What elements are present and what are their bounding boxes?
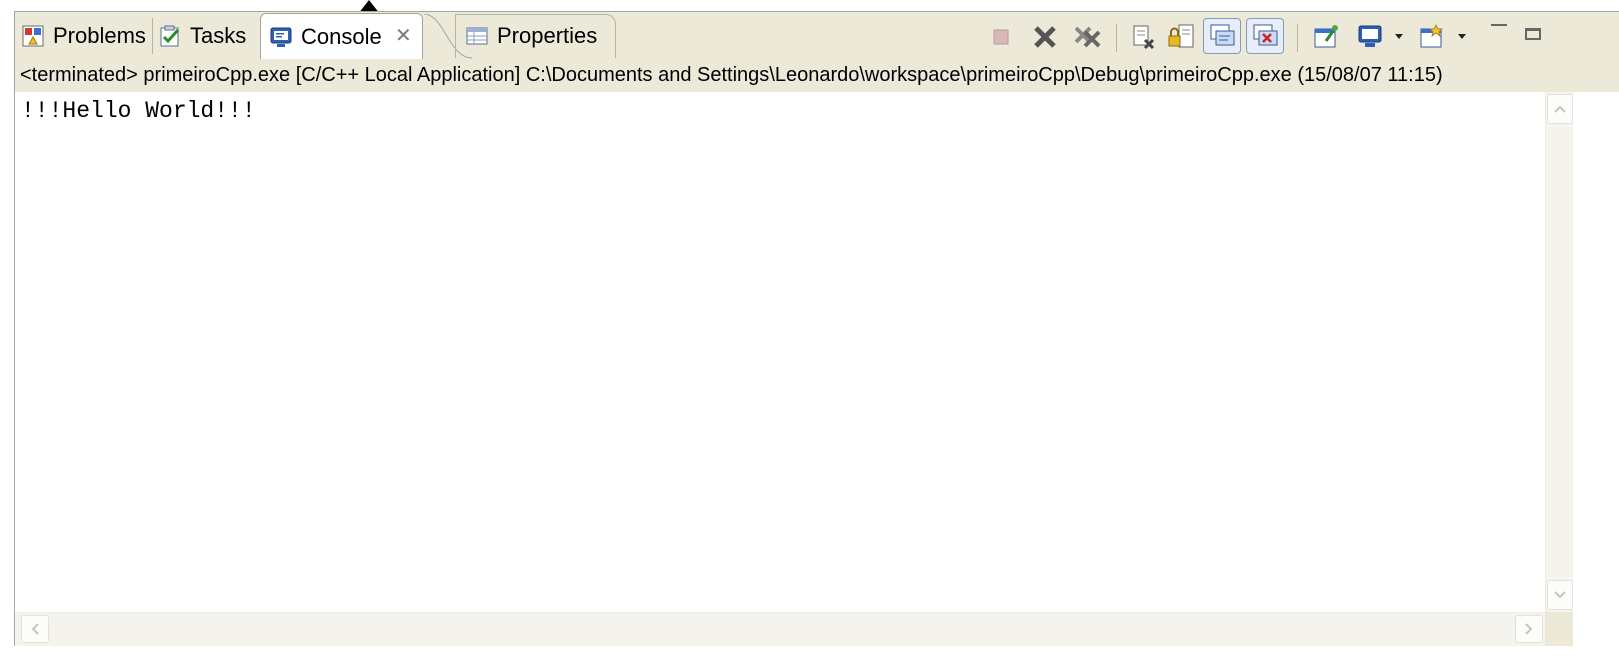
chevron-up-icon xyxy=(1554,105,1566,113)
console-output-area[interactable]: !!!Hello World!!! xyxy=(14,92,1545,612)
pin-console-icon[interactable] xyxy=(1311,22,1341,52)
horizontal-scrollbar[interactable] xyxy=(14,612,1545,646)
panel-bottom xyxy=(14,646,1619,667)
remove-all-terminated-icon[interactable] xyxy=(1073,22,1103,52)
console-output-text: !!!Hello World!!! xyxy=(21,98,256,124)
tab-label: Problems xyxy=(53,23,146,48)
clear-console-icon[interactable] xyxy=(1129,22,1159,52)
minimize-icon[interactable] xyxy=(1491,24,1507,28)
toolbar-divider xyxy=(1116,24,1117,52)
open-console-icon[interactable] xyxy=(1417,22,1447,52)
scroll-right-button[interactable] xyxy=(1515,615,1543,643)
tab-label: Tasks xyxy=(190,23,247,48)
close-icon[interactable]: ✕ xyxy=(395,26,412,46)
scroll-down-button[interactable] xyxy=(1547,580,1573,610)
terminate-icon[interactable] xyxy=(986,22,1016,52)
chevron-right-icon xyxy=(1525,623,1533,635)
maximize-icon[interactable] xyxy=(1525,28,1541,40)
vertical-scrollbar[interactable] xyxy=(1545,92,1573,612)
tab-label: Console xyxy=(301,23,382,49)
show-on-stdout-icon[interactable] xyxy=(1203,18,1241,54)
console-view: Problems Tasks Console ✕ Properties <ter… xyxy=(0,0,1619,667)
tab-tasks[interactable]: Tasks xyxy=(158,14,246,58)
chevron-left-icon xyxy=(31,623,39,635)
remove-launch-icon[interactable] xyxy=(1030,22,1060,52)
scroll-left-button[interactable] xyxy=(21,615,49,643)
tab-label: Properties xyxy=(497,23,598,48)
display-console-icon[interactable] xyxy=(1355,22,1385,52)
show-on-stderr-icon[interactable] xyxy=(1246,18,1284,54)
tab-problems[interactable]: Problems xyxy=(21,14,146,58)
chevron-down-icon[interactable] xyxy=(1458,34,1466,39)
chevron-down-icon[interactable] xyxy=(1395,34,1403,39)
console-icon xyxy=(269,25,293,49)
tab-properties[interactable]: Properties xyxy=(465,14,597,58)
scrollbar-corner xyxy=(1545,612,1573,646)
chevron-down-icon xyxy=(1554,591,1566,599)
tab-divider xyxy=(152,18,153,54)
properties-icon xyxy=(465,24,489,48)
tab-console[interactable]: Console ✕ xyxy=(260,13,423,59)
scroll-lock-icon[interactable] xyxy=(1166,22,1196,52)
tasks-icon xyxy=(158,24,182,48)
view-tab-bar: Problems Tasks Console ✕ Properties xyxy=(14,11,1619,59)
problems-icon xyxy=(21,24,45,48)
process-label: <terminated> primeiroCpp.exe [C/C++ Loca… xyxy=(14,59,1619,92)
toolbar-divider xyxy=(1297,24,1298,52)
scroll-up-button[interactable] xyxy=(1547,94,1573,124)
